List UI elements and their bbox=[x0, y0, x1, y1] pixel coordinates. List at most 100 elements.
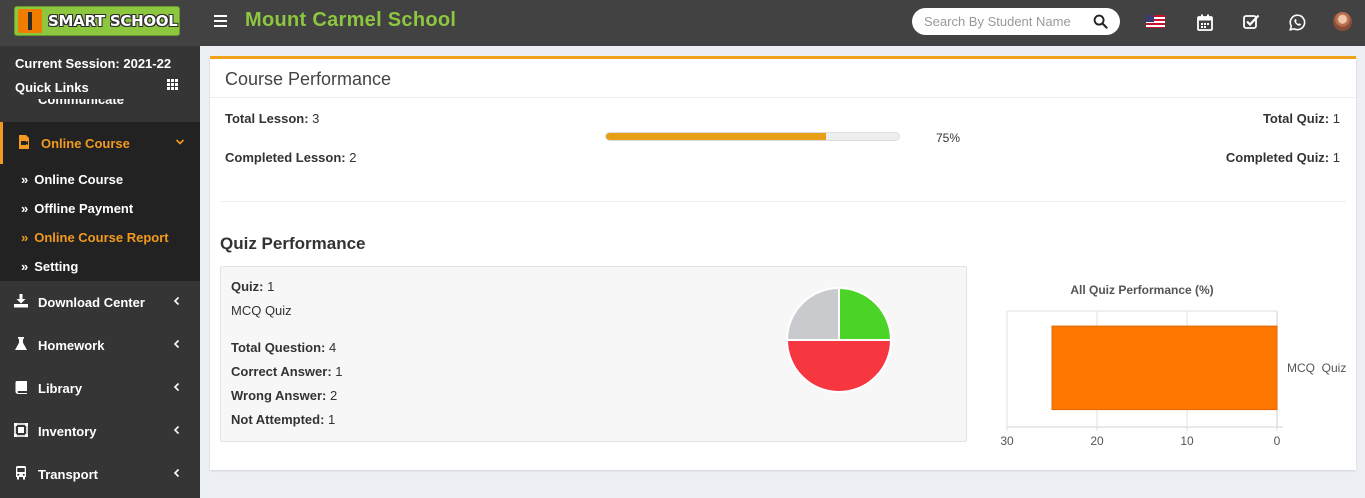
quiz-stat-value: 2 bbox=[329, 388, 338, 403]
quiz-stat-label: Correct Answer: bbox=[231, 364, 332, 379]
download-icon bbox=[14, 294, 28, 308]
search-icon[interactable] bbox=[1093, 14, 1108, 29]
logo-text: SMART SCHOOL bbox=[48, 12, 178, 30]
online-course-submenu: » Online Course » Offline Payment » Online … bbox=[0, 164, 200, 281]
submenu-item-online-course-report[interactable]: » Online Course Report bbox=[21, 230, 169, 245]
title-divider bbox=[210, 97, 1356, 98]
student-search bbox=[912, 8, 1120, 35]
sidebar-item-label: Inventory bbox=[38, 423, 97, 439]
sidebar-item-label: Online Course bbox=[41, 135, 130, 151]
sidebar: Current Session: 2021-22 Quick Links Com… bbox=[0, 46, 200, 498]
double-chevron-right-icon: » bbox=[21, 172, 29, 187]
stat-label: Total Quiz: bbox=[1262, 111, 1330, 126]
calendar-icon[interactable] bbox=[1195, 12, 1215, 32]
search-input[interactable] bbox=[924, 14, 1074, 29]
current-session: Current Session: 2021-22 bbox=[15, 56, 172, 71]
quiz-name: MCQ Quiz bbox=[231, 303, 292, 318]
x-tick-label: 0 bbox=[1274, 434, 1281, 448]
sidebar-item-label: Transport bbox=[38, 466, 98, 482]
stat-value: 1 bbox=[1332, 150, 1340, 165]
sidebar-item-inventory[interactable]: Inventory bbox=[0, 410, 200, 452]
chevron-down-icon bbox=[175, 139, 185, 145]
completed-quiz: Completed Quiz: 1 bbox=[1226, 150, 1340, 165]
quiz-number: Quiz: 1 bbox=[231, 279, 274, 294]
progress-percent: 75% bbox=[936, 131, 961, 145]
quiz-label: Quiz: bbox=[231, 279, 264, 294]
sidebar-item-label: Communicate bbox=[38, 99, 124, 107]
chart-title: All Quiz Performance (%) bbox=[1070, 283, 1213, 297]
sidebar-item-communicate[interactable]: Communicate bbox=[0, 99, 200, 108]
quiz-value: 1 bbox=[267, 279, 275, 294]
sidebar-item-label: Homework bbox=[38, 337, 105, 353]
chevron-left-icon bbox=[173, 425, 180, 435]
menu-toggle-icon[interactable] bbox=[214, 15, 227, 27]
pie-slice-not-attempted[interactable] bbox=[786, 287, 840, 341]
sidebar-item-label: Download Center bbox=[38, 294, 145, 310]
pie-slice-correct[interactable] bbox=[838, 287, 892, 341]
total-quiz: Total Quiz: 1 bbox=[1263, 111, 1340, 126]
all-quiz-bar-chart: All Quiz Performance (%) 30 20 10 0 MCQ Quiz bbox=[1000, 283, 1346, 448]
progress-fill bbox=[606, 133, 826, 140]
stat-label: Completed Quiz: bbox=[1225, 150, 1330, 165]
x-tick-label: 30 bbox=[1000, 434, 1014, 448]
quiz-stat-value: 1 bbox=[328, 412, 336, 427]
quiz-stat-label: Not Attempted: bbox=[231, 412, 325, 427]
not-attempted: Not Attempted: 1 bbox=[231, 412, 335, 427]
panel-title: Course Performance bbox=[225, 69, 392, 89]
stat-value: 2 bbox=[349, 150, 357, 165]
submenu-label: Offline Payment bbox=[34, 201, 134, 216]
book-icon bbox=[15, 381, 27, 394]
app-logo[interactable]: SMART SCHOOL bbox=[14, 6, 180, 36]
submenu-item-offline-payment[interactable]: » Offline Payment bbox=[21, 201, 133, 216]
x-tick-label: 20 bbox=[1090, 434, 1104, 448]
sidebar-item-library[interactable]: Library bbox=[0, 367, 200, 409]
bar-mcq-quiz[interactable] bbox=[1051, 325, 1278, 411]
quiz-stat-value: 4 bbox=[329, 340, 337, 355]
course-progress-bar bbox=[605, 132, 900, 141]
submenu-label: Online Course Report bbox=[34, 230, 169, 245]
quiz-pie-chart bbox=[786, 287, 892, 393]
bus-icon bbox=[16, 466, 26, 480]
sidebar-item-transport[interactable]: Transport bbox=[0, 453, 200, 495]
submenu-label: Setting bbox=[34, 259, 79, 274]
task-checkbox-icon[interactable] bbox=[1241, 12, 1261, 32]
stat-label: Completed Lesson: bbox=[225, 150, 346, 165]
quick-links-link[interactable]: Quick Links bbox=[15, 80, 89, 95]
x-tick-label: 10 bbox=[1180, 434, 1194, 448]
sidebar-item-homework[interactable]: Homework bbox=[0, 324, 200, 366]
sidebar-item-label: Library bbox=[38, 380, 83, 396]
double-chevron-right-icon: » bbox=[21, 230, 29, 245]
y-category-label: MCQ Quiz bbox=[1287, 361, 1346, 375]
chevron-left-icon bbox=[173, 382, 180, 392]
school-name: Mount Carmel School bbox=[245, 9, 457, 31]
submenu-item-setting[interactable]: » Setting bbox=[21, 259, 78, 274]
pie-slice-wrong[interactable] bbox=[786, 339, 892, 393]
total-question: Total Question: 4 bbox=[231, 340, 336, 355]
top-header: SMART SCHOOL Mount Carmel School bbox=[0, 0, 1365, 46]
chevron-left-icon bbox=[173, 296, 180, 306]
quiz-stat-label: Wrong Answer: bbox=[231, 388, 327, 403]
sidebar-item-download-center[interactable]: Download Center bbox=[0, 281, 200, 323]
book-logo-icon bbox=[18, 9, 42, 33]
quiz-performance-title: Quiz Performance bbox=[220, 234, 366, 253]
submenu-label: Online Course bbox=[34, 172, 124, 187]
sidebar-item-online-course[interactable]: Online Course bbox=[0, 122, 200, 164]
stat-value: 1 bbox=[1332, 111, 1340, 126]
stat-value: 3 bbox=[312, 111, 320, 126]
quiz-stat-label: Total Question: bbox=[231, 340, 326, 355]
total-lesson: Total Lesson: 3 bbox=[225, 111, 319, 126]
chevron-left-icon bbox=[173, 468, 180, 478]
whatsapp-icon[interactable] bbox=[1287, 12, 1307, 32]
correct-answer: Correct Answer: 1 bbox=[231, 364, 343, 379]
section-divider bbox=[220, 201, 1346, 202]
double-chevron-right-icon: » bbox=[21, 259, 29, 274]
quiz-card: Quiz: 1 MCQ Quiz Total Question: 4 Corre… bbox=[220, 266, 967, 442]
user-avatar[interactable] bbox=[1333, 12, 1352, 31]
double-chevron-right-icon: » bbox=[21, 201, 29, 216]
stat-label: Total Lesson: bbox=[225, 111, 309, 126]
submenu-item-online-course[interactable]: » Online Course bbox=[21, 172, 123, 187]
grid-icon[interactable] bbox=[167, 79, 178, 90]
course-performance-panel: Course Performance Total Lesson: 3 Compl… bbox=[210, 56, 1356, 470]
video-file-icon bbox=[19, 135, 29, 149]
language-flag-icon[interactable] bbox=[1146, 15, 1165, 28]
